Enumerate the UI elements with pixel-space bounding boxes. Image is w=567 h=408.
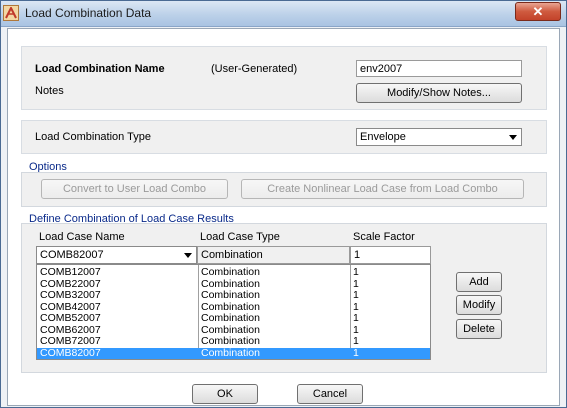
case-type-cell: Combination xyxy=(201,289,260,301)
combo-name-source: (User-Generated) xyxy=(211,63,298,75)
scale-factor-cell: 1 xyxy=(353,346,359,359)
app-icon xyxy=(3,5,19,21)
combo-name-input[interactable]: env2007 xyxy=(356,60,522,77)
scale-factor-cell: 1 xyxy=(353,300,359,313)
case-name-cell: COMB52007 xyxy=(40,312,101,324)
case-type-cell: Combination xyxy=(201,277,260,290)
add-button[interactable]: Add xyxy=(456,272,502,292)
combo-type-value: Envelope xyxy=(360,131,406,143)
scale-factor-cell: 1 xyxy=(353,277,359,290)
case-name-cell: COMB12007 xyxy=(40,266,101,278)
list-item[interactable]: COMB22007 Combination 1 xyxy=(37,277,430,290)
scale-factor-cell: 1 xyxy=(353,312,359,324)
modify-show-notes-button[interactable]: Modify/Show Notes... xyxy=(356,83,522,103)
load-case-name-dropdown[interactable]: COMB82007 xyxy=(36,246,197,264)
load-case-name-value: COMB82007 xyxy=(40,249,104,261)
case-type-cell: Combination xyxy=(201,335,260,347)
case-type-cell: Combination xyxy=(201,323,260,336)
options-group: Convert to User Load Combo Create Nonlin… xyxy=(21,172,547,207)
convert-to-user-combo-button[interactable]: Convert to User Load Combo xyxy=(41,179,228,199)
list-item[interactable]: COMB62007 Combination 1 xyxy=(37,323,430,336)
close-icon: ✕ xyxy=(532,4,544,19)
combo-type-dropdown[interactable]: Envelope xyxy=(356,128,522,146)
list-item[interactable]: COMB32007 Combination 1 xyxy=(37,290,430,301)
scale-factor-cell: 1 xyxy=(353,266,359,278)
combo-name-label: Load Combination Name xyxy=(35,63,165,75)
case-name-cell: COMB42007 xyxy=(40,300,101,313)
close-button[interactable]: ✕ xyxy=(515,2,561,21)
chevron-down-icon xyxy=(184,253,192,258)
load-combination-dialog: Load Combination Data ✕ Load Combination… xyxy=(0,0,567,408)
window-title: Load Combination Data xyxy=(25,6,152,20)
scale-factor-cell: 1 xyxy=(353,335,359,347)
case-name-cell: COMB22007 xyxy=(40,277,101,290)
list-item[interactable]: COMB12007 Combination 1 xyxy=(37,267,430,278)
list-item[interactable]: COMB52007 Combination 1 xyxy=(37,313,430,324)
load-case-list[interactable]: COMB12007 Combination 1 COMB22007 Combinatio… xyxy=(36,264,431,360)
case-name-cell: COMB62007 xyxy=(40,323,101,336)
dialog-body: Load Combination Name (User-Generated) e… xyxy=(7,28,560,406)
header-load-case-name: Load Case Name xyxy=(39,231,125,243)
create-nonlinear-case-button[interactable]: Create Nonlinear Load Case from Load Com… xyxy=(241,179,524,199)
case-name-cell: COMB82007 xyxy=(40,346,101,359)
modify-button[interactable]: Modify xyxy=(456,295,502,315)
load-case-type-display: Combination xyxy=(197,246,350,264)
title-bar[interactable]: Load Combination Data ✕ xyxy=(1,1,566,27)
scale-factor-input[interactable]: 1 xyxy=(350,246,431,264)
ok-button[interactable]: OK xyxy=(192,384,258,404)
case-type-cell: Combination xyxy=(201,266,260,278)
case-name-cell: COMB32007 xyxy=(40,289,101,301)
header-load-case-type: Load Case Type xyxy=(200,231,280,243)
chevron-down-icon xyxy=(509,135,517,140)
list-item[interactable]: COMB82007 Combination 1 xyxy=(37,346,430,359)
type-panel: Load Combination Type Envelope xyxy=(21,120,547,154)
list-item[interactable]: COMB42007 Combination 1 xyxy=(37,300,430,313)
combo-type-label: Load Combination Type xyxy=(35,131,151,143)
name-panel: Load Combination Name (User-Generated) e… xyxy=(21,46,547,110)
header-scale-factor: Scale Factor xyxy=(353,231,415,243)
case-type-cell: Combination xyxy=(201,346,260,359)
case-type-cell: Combination xyxy=(201,312,260,324)
scale-factor-cell: 1 xyxy=(353,323,359,336)
notes-label: Notes xyxy=(35,85,64,97)
scale-factor-cell: 1 xyxy=(353,289,359,301)
list-item[interactable]: COMB72007 Combination 1 xyxy=(37,336,430,347)
delete-button[interactable]: Delete xyxy=(456,319,502,339)
case-name-cell: COMB72007 xyxy=(40,335,101,347)
case-type-cell: Combination xyxy=(201,300,260,313)
cancel-button[interactable]: Cancel xyxy=(297,384,363,404)
